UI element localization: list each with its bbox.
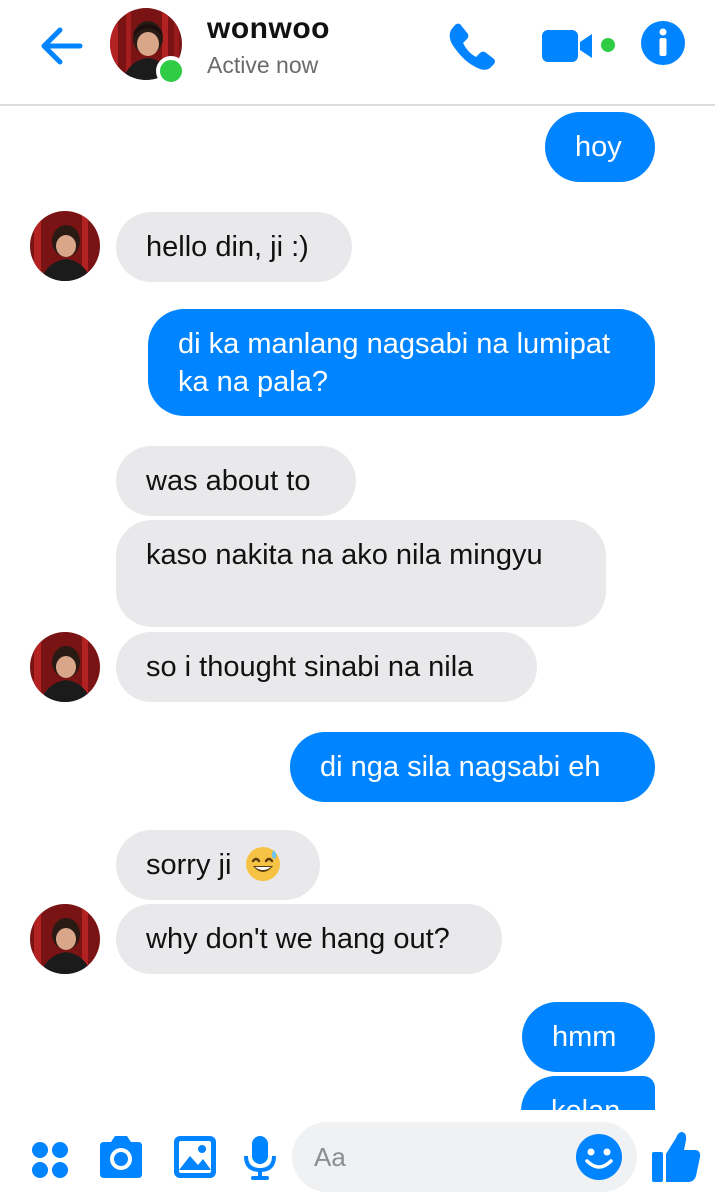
thumbs-up-icon (652, 1132, 701, 1182)
message-bubble-incoming[interactable]: was about to (116, 446, 356, 516)
contact-name[interactable]: wonwoo (207, 12, 330, 46)
gallery-button[interactable] (172, 1134, 218, 1185)
message-bubble-outgoing[interactable]: hmm (522, 1002, 655, 1072)
message-bubble-incoming[interactable]: hello din, ji :) (116, 212, 352, 282)
message-bubble-incoming[interactable]: why don't we hang out? (116, 904, 502, 974)
apps-button[interactable] (28, 1138, 72, 1187)
back-button[interactable] (38, 22, 86, 70)
apps-grid-icon (32, 1142, 68, 1178)
conversation-header: wonwoo Active now (0, 0, 715, 106)
contact-avatar-small[interactable] (30, 211, 100, 281)
video-camera-icon (542, 30, 615, 62)
message-bubble-incoming[interactable]: kaso nakita na ako nila mingyu (116, 520, 606, 627)
message-bubble-outgoing[interactable]: di nga sila nagsabi eh (290, 732, 655, 802)
active-status: Active now (207, 52, 319, 78)
message-text: sorry ji (146, 849, 232, 881)
video-call-button[interactable] (540, 24, 618, 68)
message-thread[interactable]: hoy hello din, ji :) di ka manlang nagsa… (0, 106, 715, 1110)
message-bubble-outgoing[interactable]: hoy (545, 112, 655, 182)
conversation-info-button[interactable] (640, 20, 686, 66)
image-icon (174, 1136, 216, 1178)
back-arrow-icon (41, 27, 83, 65)
message-input-placeholder: Aa (314, 1142, 346, 1172)
emoji-icon[interactable] (575, 1133, 623, 1181)
info-icon (641, 21, 685, 65)
voice-clip-button[interactable] (242, 1134, 278, 1187)
contact-avatar-small[interactable] (30, 632, 100, 702)
online-status-indicator (156, 56, 186, 86)
message-bubble-outgoing[interactable]: di ka manlang nagsabi na lumipat ka na p… (148, 309, 655, 416)
message-composer: Aa (0, 1112, 715, 1200)
camera-icon (100, 1136, 142, 1178)
voice-call-button[interactable] (446, 20, 498, 72)
message-bubble-outgoing[interactable]: kelan (521, 1076, 655, 1110)
like-button[interactable] (650, 1128, 702, 1189)
microphone-icon (244, 1136, 276, 1180)
message-bubble-incoming[interactable]: so i thought sinabi na nila (116, 632, 537, 702)
contact-avatar-small[interactable] (30, 904, 100, 974)
camera-button[interactable] (96, 1134, 146, 1185)
phone-icon (449, 23, 495, 70)
message-bubble-incoming[interactable]: sorry ji (116, 830, 320, 900)
message-input[interactable]: Aa (292, 1122, 637, 1192)
grinning-sweat-emoji (246, 847, 281, 881)
